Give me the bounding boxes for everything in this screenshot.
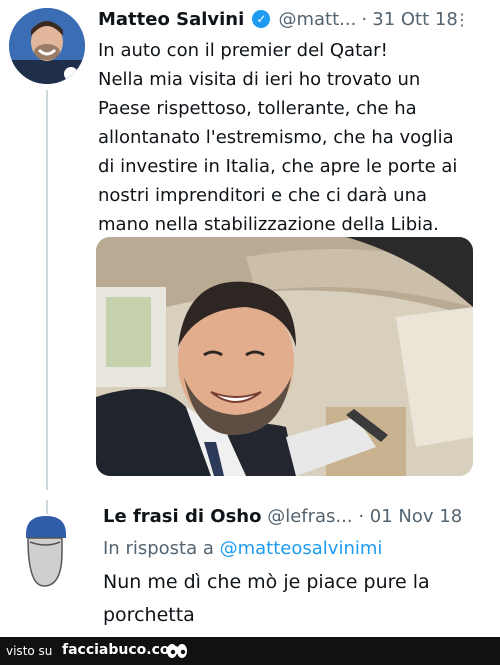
thread-line — [46, 90, 48, 490]
header-separator: · — [361, 9, 368, 30]
reply-avatar[interactable] — [22, 512, 70, 588]
tweet-header: Matteo Salvini ✓ @matt... · 31 Ott 18 — [98, 9, 458, 30]
tweet-text: In auto con il premier del Qatar! Nella … — [98, 40, 458, 235]
in-reply-to: In risposta a @matteosalvinimi — [103, 538, 382, 559]
visto-su-label: visto su — [6, 644, 53, 658]
reply-mention-link[interactable]: @matteosalvinimi — [220, 538, 383, 559]
more-options-icon[interactable]: ⋮ — [454, 10, 470, 29]
watermark-bar: visto su facciabuco.com — [0, 637, 500, 665]
avatar-portrait-icon — [9, 8, 85, 84]
author-name[interactable]: Matteo Salvini — [98, 9, 244, 30]
eyes-logo-icon — [167, 644, 187, 658]
in-reply-prefix: In risposta a — [103, 538, 214, 559]
reply-header: Le frasi di Osho @lefras... · 01 Nov 18 — [103, 506, 462, 527]
reply-header-separator: · — [358, 506, 365, 527]
verified-badge-icon: ✓ — [252, 10, 271, 28]
author-handle[interactable]: @matt... — [278, 9, 356, 30]
reply-author-handle[interactable]: @lefras... — [267, 506, 352, 527]
car-selfie-photo-icon — [96, 237, 473, 476]
reply-text: Nun me dì che mò je piace pure la porche… — [103, 571, 430, 626]
tweet-photo[interactable] — [96, 237, 473, 476]
osho-avatar-icon — [26, 516, 66, 587]
author-avatar[interactable] — [9, 8, 85, 84]
reply-author-name[interactable]: Le frasi di Osho — [103, 506, 261, 527]
tweet-date[interactable]: 31 Ott 18 — [372, 9, 458, 30]
reply-date[interactable]: 01 Nov 18 — [370, 506, 462, 527]
